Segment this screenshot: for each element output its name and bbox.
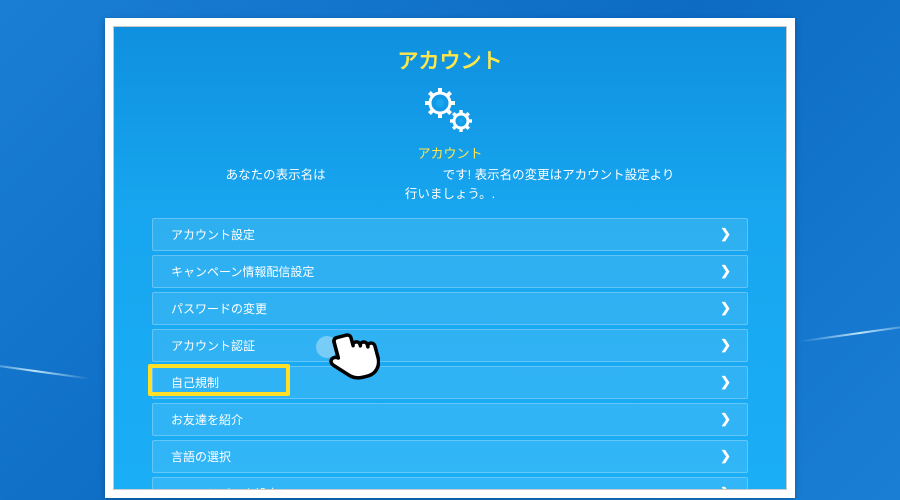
menu-item-0[interactable]: アカウント設定 ❯ [152,218,748,251]
menu-item-label: 言語の選択 [171,448,231,465]
chevron-right-icon: ❯ [720,411,731,427]
section-subtitle: アカウント [152,143,748,162]
menu-item-3[interactable]: アカウント認証 ❯ [152,329,748,362]
background-streak-right [800,324,900,343]
menu-item-label: アカウント設定 [171,226,255,243]
chevron-right-icon: ❯ [720,263,731,279]
gears-icon [152,83,748,137]
menu-item-label: フィードバック設定 [171,485,279,491]
background-streak-left [0,362,90,379]
menu-item-label: パスワードの変更 [171,300,267,317]
menu-item-label: 自己規制 [171,374,219,391]
chevron-right-icon: ❯ [720,300,731,316]
page-title: アカウント [152,45,748,75]
account-menu: アカウント設定❯キャンペーン情報配信設定❯パスワードの変更❯アカウント認証❯自己… [152,218,748,491]
menu-item-label: アカウント認証 [171,337,255,354]
menu-item-4[interactable]: 自己規制 ❯ [152,366,748,399]
window-frame: アカウント [105,18,795,498]
description-prefix: あなたの表示名は [226,168,326,182]
menu-item-5[interactable]: お友達を紹介 ❯ [152,403,748,436]
menu-item-label: お友達を紹介 [171,411,243,428]
description-line2: 行いましょう。. [405,187,495,201]
chevron-right-icon: ❯ [720,374,731,390]
chevron-right-icon: ❯ [720,485,731,490]
menu-item-7[interactable]: フィードバック設定 ❯ [152,477,748,491]
menu-item-2[interactable]: パスワードの変更 ❯ [152,292,748,325]
description-suffix: です! 表示名の変更はアカウント設定より [443,168,675,182]
menu-item-label: キャンペーン情報配信設定 [171,263,314,280]
menu-item-1[interactable]: キャンペーン情報配信設定 ❯ [152,255,748,288]
menu-item-6[interactable]: 言語の選択 ❯ [152,440,748,473]
chevron-right-icon: ❯ [720,337,731,353]
chevron-right-icon: ❯ [720,448,731,464]
chevron-right-icon: ❯ [720,226,731,242]
description-text: あなたの表示名は です! 表示名の変更はアカウント設定より 行いましょう。. [152,166,748,218]
account-panel: アカウント [113,26,787,490]
